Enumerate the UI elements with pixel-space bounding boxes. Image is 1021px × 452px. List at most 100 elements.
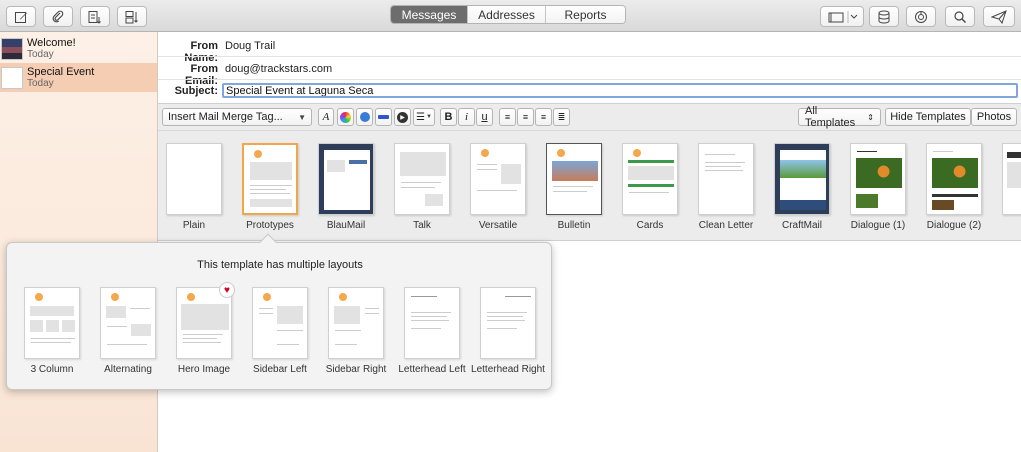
align-right-button[interactable]: ≡ bbox=[535, 108, 552, 126]
layout-alternating[interactable]: Alternating bbox=[91, 287, 165, 375]
from-email-field[interactable]: doug@trackstars.com bbox=[225, 63, 332, 75]
send-button[interactable] bbox=[983, 6, 1015, 27]
template-thumbnail bbox=[470, 143, 526, 215]
divider bbox=[158, 56, 1021, 57]
layout-label: Alternating bbox=[104, 364, 152, 375]
template-thumbnail bbox=[850, 143, 906, 215]
align-justify-icon: ≣ bbox=[557, 111, 566, 122]
template-label: BlauMail bbox=[326, 220, 366, 231]
template-cards[interactable]: Cards bbox=[614, 143, 686, 231]
templates-select-value: All Templates bbox=[805, 105, 856, 129]
layout-label: Sidebar Right bbox=[325, 364, 387, 375]
template-label: Talk bbox=[413, 220, 431, 231]
layout-3-column[interactable]: 3 Column bbox=[15, 287, 89, 375]
template-dialogue-2[interactable]: Dialogue (2) bbox=[918, 143, 990, 231]
template-label: Plain bbox=[182, 220, 206, 231]
import-list-button[interactable] bbox=[80, 6, 110, 27]
text-color-button[interactable] bbox=[337, 108, 354, 126]
view-segmented-control: Messages Addresses Reports bbox=[390, 5, 626, 24]
attachment-icon bbox=[52, 10, 64, 22]
heart-icon[interactable]: ♥ bbox=[219, 282, 235, 298]
template-prototypes[interactable]: Prototypes bbox=[234, 143, 306, 231]
template-talk[interactable]: Talk bbox=[386, 143, 458, 231]
list-style-dropdown[interactable]: ☰ ▼ bbox=[413, 108, 435, 126]
layout-popover: This template has multiple layouts 3 Col… bbox=[6, 233, 552, 390]
compose-button[interactable] bbox=[6, 6, 36, 27]
layout-thumbnail bbox=[252, 287, 308, 359]
sort-list-icon bbox=[125, 10, 138, 23]
spam-check-button[interactable] bbox=[906, 6, 936, 27]
from-name-label: From Name: bbox=[184, 40, 218, 64]
video-button[interactable]: ▶ bbox=[394, 108, 411, 126]
tab-addresses[interactable]: Addresses bbox=[467, 6, 545, 23]
template-thumbnail bbox=[166, 143, 222, 215]
play-icon: ▶ bbox=[397, 111, 408, 123]
search-icon bbox=[954, 10, 966, 23]
font-button[interactable]: A bbox=[318, 108, 334, 126]
layout-sidebar-right[interactable]: Sidebar Right bbox=[319, 287, 393, 375]
layout-label: Sidebar Left bbox=[253, 364, 307, 375]
template-blaumail[interactable]: BlauMail bbox=[310, 143, 382, 231]
template-label: Cards bbox=[636, 220, 664, 231]
from-email-label: From Email: bbox=[184, 63, 218, 87]
sort-list-button[interactable] bbox=[117, 6, 147, 27]
tab-messages[interactable]: Messages bbox=[391, 6, 467, 23]
link-button[interactable] bbox=[356, 108, 373, 126]
template-thumbnail bbox=[622, 143, 678, 215]
hide-templates-button[interactable]: Hide Templates bbox=[885, 108, 971, 126]
popover-title: This template has multiple layouts bbox=[197, 259, 363, 271]
import-list-icon bbox=[88, 10, 101, 24]
bold-button[interactable]: B bbox=[440, 108, 457, 126]
message-date: Today bbox=[27, 48, 54, 60]
from-name-field[interactable]: Doug Trail bbox=[225, 40, 275, 52]
underline-button[interactable]: u bbox=[476, 108, 493, 126]
layout-letterhead-left[interactable]: Letterhead Left bbox=[395, 287, 469, 375]
template-bulletin[interactable]: Bulletin bbox=[538, 143, 610, 231]
horizontal-rule-icon bbox=[378, 115, 389, 119]
template-clean-letter[interactable]: Clean Letter bbox=[690, 143, 762, 231]
layout-thumbnail bbox=[24, 287, 80, 359]
template-label: He bbox=[994, 220, 1021, 231]
merge-tag-select[interactable]: Insert Mail Merge Tag... ▼ bbox=[162, 108, 312, 126]
message-item-welcome[interactable]: Welcome! Today bbox=[0, 34, 157, 63]
database-button[interactable] bbox=[869, 6, 899, 27]
divider-button[interactable] bbox=[375, 108, 392, 126]
card-dropdown-icon bbox=[828, 10, 858, 23]
align-right-icon: ≡ bbox=[540, 112, 547, 122]
align-center-icon: ≡ bbox=[522, 112, 529, 122]
align-justify-button[interactable]: ≣ bbox=[553, 108, 570, 126]
layout-hero-image[interactable]: ♥ Hero Image bbox=[167, 282, 241, 375]
attach-button[interactable] bbox=[43, 6, 73, 27]
tab-reports[interactable]: Reports bbox=[545, 6, 625, 23]
message-thumbnail bbox=[1, 66, 23, 89]
send-paper-plane-icon bbox=[991, 9, 1007, 24]
layout-label: Letterhead Right bbox=[471, 364, 545, 375]
message-date: Today bbox=[27, 77, 54, 89]
templates-select[interactable]: All Templates ⇕ bbox=[798, 105, 881, 129]
template-label: Clean Letter bbox=[698, 220, 754, 231]
layout-sidebar-left[interactable]: Sidebar Left bbox=[243, 287, 317, 375]
template-label: Dialogue (1) bbox=[850, 220, 906, 231]
link-globe-icon bbox=[359, 112, 370, 122]
layout-thumbnail bbox=[404, 287, 460, 359]
layout-thumbnail bbox=[480, 287, 536, 359]
template-thumbnail bbox=[394, 143, 450, 215]
photos-button[interactable]: Photos bbox=[971, 108, 1017, 126]
align-center-button[interactable]: ≡ bbox=[517, 108, 534, 126]
template-plain[interactable]: Plain bbox=[158, 143, 230, 231]
align-left-button[interactable]: ≡ bbox=[499, 108, 516, 126]
merge-tag-select-value: Insert Mail Merge Tag... bbox=[168, 111, 283, 123]
template-label: Bulletin bbox=[557, 220, 591, 231]
layout-letterhead-right[interactable]: Letterhead Right bbox=[471, 287, 545, 375]
subject-input[interactable] bbox=[222, 83, 1018, 98]
template-partial[interactable]: He bbox=[994, 143, 1021, 231]
template-dialogue-1[interactable]: Dialogue (1) bbox=[842, 143, 914, 231]
template-label: Prototypes bbox=[246, 220, 294, 231]
database-icon bbox=[878, 10, 890, 23]
template-versatile[interactable]: Versatile bbox=[462, 143, 534, 231]
card-view-dropdown[interactable] bbox=[820, 6, 864, 27]
search-button[interactable] bbox=[945, 6, 975, 27]
message-item-special-event[interactable]: Special Event Today bbox=[0, 63, 157, 92]
template-craftmail[interactable]: CraftMail bbox=[766, 143, 838, 231]
italic-button[interactable]: i bbox=[458, 108, 475, 126]
